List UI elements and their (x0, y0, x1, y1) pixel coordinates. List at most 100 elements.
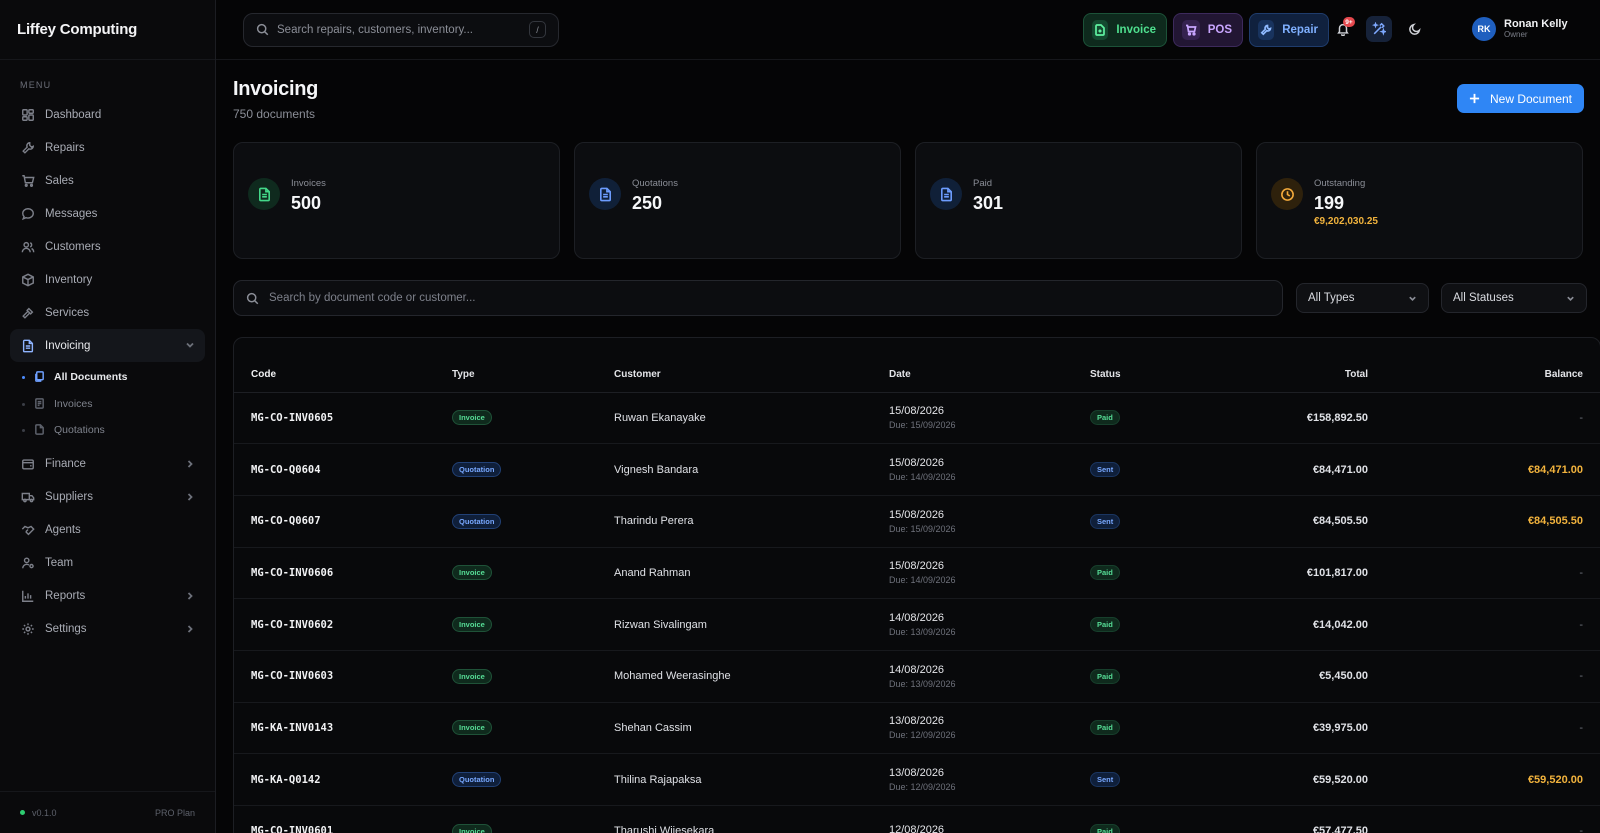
sidebar-item-repairs[interactable]: Repairs (10, 131, 205, 164)
global-search-input[interactable]: Search repairs, customers, inventory... … (243, 12, 559, 47)
document-search-input[interactable]: Search by document code or customer... (233, 280, 1283, 316)
search-placeholder: Search repairs, customers, inventory... (277, 23, 473, 36)
status-badge: Sent (1090, 772, 1121, 788)
sidebar-item-label: Services (45, 306, 90, 319)
cell-code[interactable]: MG-CO-INV0605 (234, 392, 452, 445)
search-icon (256, 23, 269, 36)
sidebar-item-dashboard[interactable]: Dashboard (10, 98, 205, 131)
table-row[interactable]: MG-CO-INV0606 Invoice Anand Rahman 15/08/20… (234, 547, 1600, 600)
dashboard-icon (20, 107, 36, 123)
table-row[interactable]: MG-KA-INV0143 Invoice Shehan Cassim 13/08/2… (234, 702, 1600, 755)
wrench-icon (1258, 20, 1275, 40)
type-filter-select[interactable]: All Types (1296, 283, 1429, 313)
stat-card-outstanding[interactable]: Outstanding 199 €9,202,030.25 (1256, 142, 1583, 259)
type-badge: Invoice (452, 823, 492, 833)
cell-type: Invoice (452, 392, 614, 445)
table-row[interactable]: MG-KA-Q0142 Quotation Thilina Rajapaksa 13/… (234, 753, 1600, 806)
cell-date: 15/08/2026 Due: 15/09/2026 (889, 495, 1090, 548)
cell-code[interactable]: MG-CO-INV0602 (234, 598, 452, 651)
topbar: Search repairs, customers, inventory... … (216, 0, 1600, 60)
sidebar-item-finance[interactable]: Finance (10, 448, 205, 481)
sidebar-item-agents[interactable]: Agents (10, 514, 205, 547)
cell-status: Sent (1090, 443, 1240, 496)
sidebar-item-customers[interactable]: Customers (10, 230, 205, 263)
column-header-customer[interactable]: Customer (614, 338, 889, 393)
cell-status: Paid (1090, 650, 1240, 703)
table-row[interactable]: MG-CO-INV0601 Invoice Tharushi Wijesekara 1… (234, 805, 1600, 833)
user-menu[interactable]: RK Ronan Kelly Owner (1472, 17, 1568, 41)
cell-balance: €84,471.00 (1368, 443, 1600, 496)
sidebar-item-team[interactable]: Team (10, 547, 205, 580)
subnav-item-invoices[interactable]: Invoices (22, 391, 205, 418)
column-header-type[interactable]: Type (452, 338, 614, 393)
documents-icon (34, 371, 46, 383)
sidebar-item-label: Customers (45, 240, 101, 253)
sidebar-item-label: Reports (45, 590, 86, 602)
theme-toggle-button[interactable] (1402, 16, 1428, 42)
cell-customer: Shehan Cassim (614, 702, 889, 755)
sidebar-item-messages[interactable]: Messages (10, 197, 205, 230)
issue-date: 12/08/2026 (889, 823, 945, 833)
due-date: Due: 12/09/2026 (889, 730, 956, 741)
ai-assist-button[interactable] (1366, 16, 1392, 42)
cell-code[interactable]: MG-CO-INV0603 (234, 650, 452, 703)
sidebar-item-services[interactable]: Services (10, 296, 205, 329)
stat-card-quotations[interactable]: Quotations 250 (574, 142, 901, 259)
quick-invoice-button[interactable]: Invoice (1083, 13, 1167, 47)
table-row[interactable]: MG-CO-Q0607 Quotation Tharindu Perera 15/08… (234, 495, 1600, 548)
sidebar-item-sales[interactable]: Sales (10, 164, 205, 197)
cell-code[interactable]: MG-KA-Q0142 (234, 753, 452, 806)
table-row[interactable]: MG-CO-INV0603 Invoice Mohamed Weerasinghe 1… (234, 650, 1600, 703)
column-header-code[interactable]: Code (234, 338, 452, 393)
status-badge: Sent (1090, 462, 1121, 478)
inactive-dot (22, 429, 25, 432)
column-header-date[interactable]: Date (889, 338, 1090, 393)
table-row[interactable]: MG-CO-Q0604 Quotation Vignesh Bandara 15/08… (234, 443, 1600, 496)
stat-card-invoices[interactable]: Invoices 500 (233, 142, 560, 259)
stats-row: Invoices 500 Quotations 250 Paid 301 Out… (233, 142, 1583, 259)
page-title: Invoicing (233, 78, 319, 100)
outstanding-amount: €9,202,030.25 (1314, 216, 1378, 227)
issue-date: 15/08/2026 (889, 405, 945, 418)
shortcut-key: / (529, 21, 546, 38)
sidebar-item-settings[interactable]: Settings (10, 613, 205, 646)
type-badge: Invoice (452, 410, 492, 426)
new-document-button[interactable]: New Document (1457, 84, 1584, 113)
sidebar: Liffey Computing MENU Dashboard Repairs … (0, 0, 216, 833)
subnav-item-quotations[interactable]: Quotations (22, 417, 205, 444)
sidebar-item-invoicing[interactable]: Invoicing (10, 329, 205, 362)
table-header-row: Code Type Customer Date Status Total Bal… (234, 338, 1600, 393)
column-header-total[interactable]: Total (1240, 338, 1368, 393)
users-icon (20, 239, 36, 255)
quick-repair-button[interactable]: Repair (1249, 13, 1329, 47)
cell-type: Quotation (452, 443, 614, 496)
subnav-item-all-documents[interactable]: All Documents (22, 364, 205, 391)
cell-code[interactable]: MG-CO-Q0607 (234, 495, 452, 548)
cell-code[interactable]: MG-CO-INV0601 (234, 805, 452, 833)
stat-card-paid[interactable]: Paid 301 (915, 142, 1242, 259)
quick-pos-label: POS (1207, 24, 1232, 36)
column-header-status[interactable]: Status (1090, 338, 1240, 393)
issue-date: 15/08/2026 (889, 560, 945, 573)
sidebar-nav-lower: Finance Suppliers Agents Team Reports Se… (0, 448, 215, 646)
cell-code[interactable]: MG-KA-INV0143 (234, 702, 452, 755)
cell-code[interactable]: MG-CO-INV0606 (234, 547, 452, 600)
status-filter-select[interactable]: All Statuses (1441, 283, 1587, 313)
sidebar-item-suppliers[interactable]: Suppliers (10, 481, 205, 514)
cell-balance: €59,520.00 (1368, 753, 1600, 806)
quick-pos-button[interactable]: POS (1173, 13, 1243, 47)
type-badge: Invoice (452, 617, 492, 633)
notifications-button[interactable]: 9+ (1330, 16, 1356, 42)
sidebar-item-reports[interactable]: Reports (10, 580, 205, 613)
cell-date: 13/08/2026 Due: 12/09/2026 (889, 702, 1090, 755)
due-date: Due: 14/09/2026 (889, 575, 956, 586)
sidebar-item-label: Invoicing (45, 339, 91, 352)
column-header-balance[interactable]: Balance (1368, 338, 1600, 393)
cell-code[interactable]: MG-CO-Q0604 (234, 443, 452, 496)
table-row[interactable]: MG-CO-INV0602 Invoice Rizwan Sivalingam 14/… (234, 598, 1600, 651)
sidebar-item-inventory[interactable]: Inventory (10, 263, 205, 296)
cell-type: Quotation (452, 495, 614, 548)
issue-date: 15/08/2026 (889, 508, 945, 521)
table-row[interactable]: MG-CO-INV0605 Invoice Ruwan Ekanayake 15/08… (234, 392, 1600, 445)
handshake-icon (20, 522, 36, 538)
